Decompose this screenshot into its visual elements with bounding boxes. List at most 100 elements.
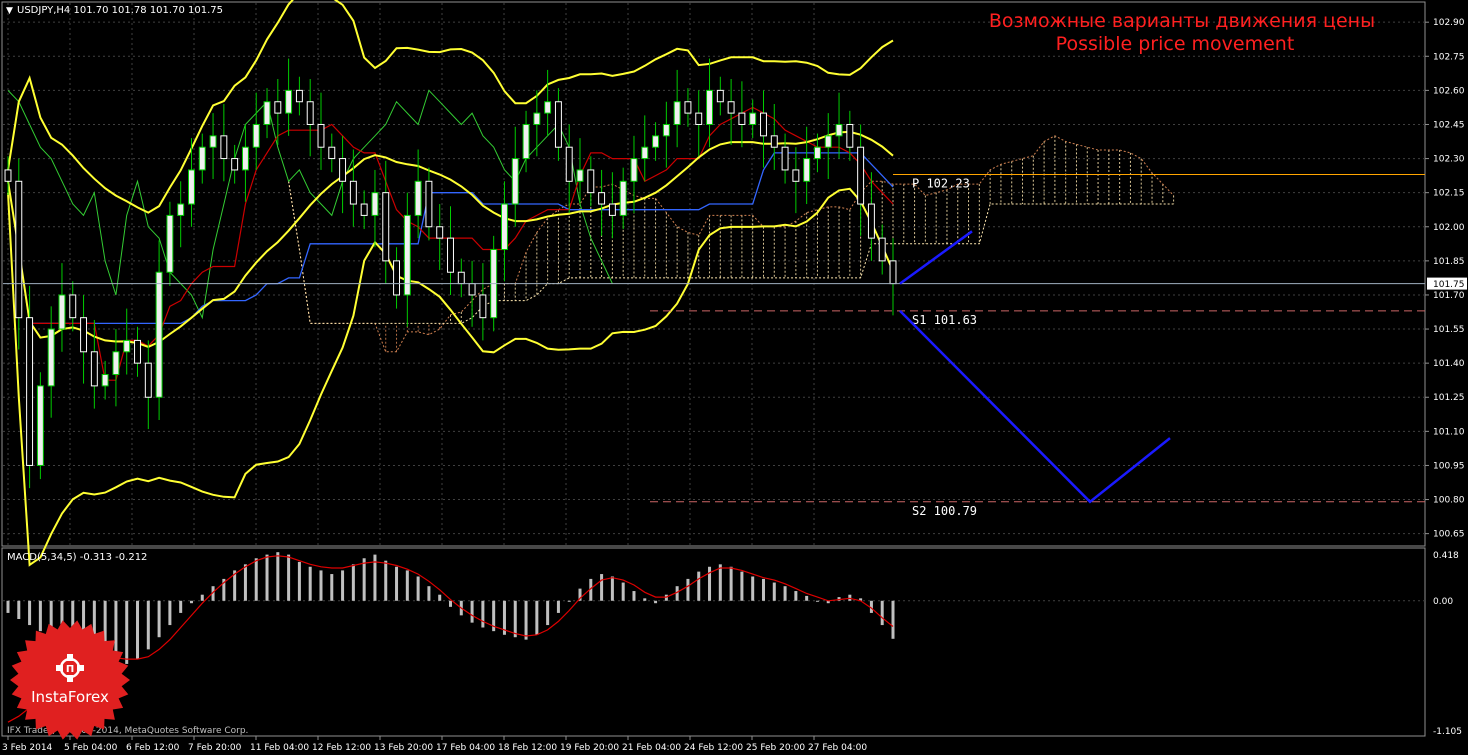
macd-bar	[125, 600, 129, 664]
macd-bar	[38, 600, 42, 632]
macd-bar	[815, 600, 819, 602]
bear-candle	[760, 112, 767, 137]
macd-bar	[276, 552, 280, 601]
y-tick-label: 102.30	[1433, 155, 1465, 165]
macd-header: MACD(5,34,5) -0.313 -0.212	[7, 552, 147, 563]
macd-bar	[189, 600, 193, 604]
macd-bar	[427, 586, 431, 601]
bear-candle	[317, 123, 325, 148]
y-tick-label: 101.40	[1433, 359, 1465, 369]
bear-candle	[274, 101, 282, 114]
bull-candle	[58, 294, 66, 330]
macd-bar	[697, 571, 701, 601]
bull-candle	[500, 203, 508, 250]
y-tick-label: 102.15	[1433, 189, 1465, 199]
macd-bar	[6, 600, 10, 613]
macd-bar	[643, 598, 647, 601]
bear-candle	[846, 123, 854, 148]
macd-bar	[654, 600, 658, 604]
macd-bar	[535, 600, 539, 635]
bull-candle	[155, 271, 163, 398]
bull-candle	[813, 146, 821, 160]
macd-bar	[729, 566, 733, 601]
macd-bar	[319, 570, 323, 601]
bear-candle	[738, 112, 746, 125]
bear-candle	[770, 135, 778, 148]
forecast-down-leg	[899, 309, 1171, 504]
bull-candle	[263, 101, 271, 125]
y-tick-label: 102.00	[1433, 223, 1465, 233]
x-tick-label: 7 Feb 20:00	[188, 743, 242, 753]
x-tick-label: 17 Feb 04:00	[436, 743, 495, 753]
macd-bar	[567, 600, 571, 602]
macd-y-label: 0.418	[1433, 551, 1459, 561]
bear-candle	[436, 226, 444, 239]
macd-bar	[513, 600, 517, 638]
forecast-path	[899, 230, 1171, 504]
macd-bar	[17, 600, 21, 619]
macd-bar	[28, 600, 32, 626]
bear-candle	[306, 101, 314, 125]
bear-candle	[792, 169, 800, 182]
symbol-header: USDJPY,H4 101.70 101.78 101.70 101.75	[17, 5, 223, 16]
bear-candle	[295, 89, 303, 103]
bull-candle	[285, 89, 293, 114]
bull-candle	[414, 180, 422, 216]
macd-bar	[308, 566, 312, 601]
bear-candle	[781, 146, 789, 171]
x-tick-label: 3 Feb 2014	[2, 743, 53, 753]
y-tick-label: 101.25	[1433, 393, 1465, 403]
bull-candle	[544, 101, 552, 114]
bear-candle	[134, 339, 141, 364]
macd-bar	[416, 576, 420, 601]
x-tick-label: 12 Feb 12:00	[312, 743, 371, 753]
macd-bar	[200, 594, 204, 601]
y-tick-label: 100.80	[1433, 496, 1465, 506]
bear-candle	[479, 294, 487, 319]
grid-layer	[3, 3, 1425, 602]
macd-bar	[556, 600, 560, 613]
bull-candle	[673, 101, 681, 125]
indicator-lines	[7, 0, 1174, 567]
bull-candle	[371, 192, 379, 216]
bull-candle	[188, 169, 195, 205]
bear-candle	[339, 158, 347, 182]
symbol-menu-icon[interactable]: ▼	[6, 6, 13, 16]
macd-bar	[341, 570, 345, 601]
bear-candle	[695, 112, 703, 125]
macd-bar	[395, 566, 399, 601]
y-tick-label: 102.60	[1433, 86, 1465, 96]
macd-bar	[718, 564, 722, 601]
bear-candle	[889, 260, 897, 285]
macd-bar	[243, 564, 247, 601]
bear-candle	[457, 271, 465, 285]
bear-candle	[716, 89, 724, 103]
macd-bar	[265, 554, 269, 601]
bull-candle	[803, 158, 811, 182]
bull-candle	[101, 374, 109, 387]
level-lines: P 102.23 S1 101.63 S2 100.79	[3, 173, 1425, 518]
bull-candle	[177, 203, 185, 216]
macd-bar	[610, 576, 614, 601]
macd-bar	[621, 582, 625, 601]
macd-bar	[384, 560, 388, 601]
bear-candle	[328, 146, 336, 160]
macd-bar	[481, 600, 485, 628]
bear-candle	[598, 192, 606, 205]
x-tick-label: 18 Feb 12:00	[498, 743, 557, 753]
y-tick-label: 102.45	[1433, 120, 1465, 130]
y-tick-label: 101.70	[1433, 291, 1465, 301]
x-tick-label: 13 Feb 20:00	[374, 743, 433, 753]
bear-candle	[565, 146, 573, 182]
bear-candle	[857, 146, 865, 205]
macd-bar	[438, 594, 442, 601]
y-tick-label: 102.90	[1433, 18, 1465, 28]
macd-bar	[632, 591, 636, 601]
instaforex-logo: П InstaForex	[10, 620, 130, 740]
macd-bar	[751, 576, 755, 601]
macd-bar	[146, 600, 150, 650]
macd-bar	[470, 600, 474, 623]
bull-candle	[511, 158, 519, 205]
bull-candle	[652, 135, 660, 148]
macd-bar	[362, 558, 366, 601]
